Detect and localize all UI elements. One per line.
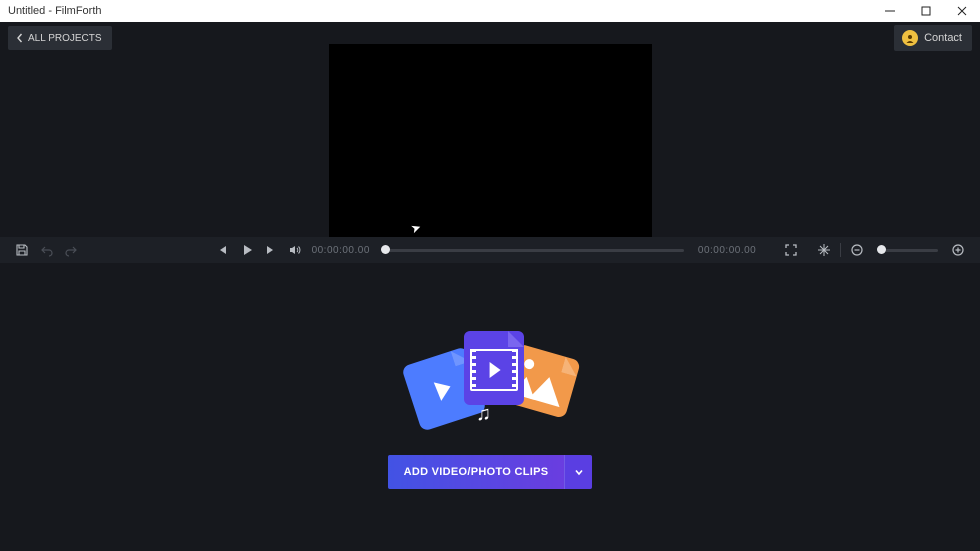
all-projects-label: ALL PROJECTS <box>28 33 102 44</box>
skip-forward-icon <box>264 243 278 257</box>
add-clips-button[interactable]: ADD VIDEO/PHOTO CLIPS <box>388 455 565 489</box>
contact-button[interactable]: Contact <box>894 25 972 51</box>
play-icon <box>240 243 254 257</box>
zoom-slider[interactable] <box>877 249 937 252</box>
volume-button[interactable] <box>287 241 303 259</box>
clip-file-icon <box>464 331 524 405</box>
progress-thumb[interactable] <box>381 245 390 254</box>
fullscreen-icon <box>784 243 798 257</box>
fullscreen-button[interactable] <box>783 241 799 259</box>
color-adjust-icon <box>817 243 831 257</box>
music-note-icon: ♫ <box>476 403 491 426</box>
window-title: Untitled - FilmForth <box>8 5 102 17</box>
chevron-left-icon <box>14 32 26 44</box>
preview-canvas[interactable] <box>329 44 652 237</box>
save-icon <box>15 243 29 257</box>
redo-icon <box>64 243 78 257</box>
color-adjust-button[interactable] <box>816 241 832 259</box>
preview-area: ➤ <box>0 54 980 237</box>
add-clips-label: ADD VIDEO/PHOTO CLIPS <box>404 466 549 478</box>
play-button[interactable] <box>238 241 254 259</box>
control-bar: 00:00:00.00 00:00:00.00 <box>0 237 980 263</box>
zoom-out-button[interactable] <box>849 241 865 259</box>
close-icon <box>957 6 967 16</box>
add-clips-dropdown-button[interactable] <box>564 455 592 489</box>
all-projects-button[interactable]: ALL PROJECTS <box>8 26 112 50</box>
zoom-out-icon <box>850 243 864 257</box>
contact-avatar-icon <box>902 30 918 46</box>
maximize-icon <box>921 6 931 16</box>
skip-back-icon <box>215 243 229 257</box>
minimize-button[interactable] <box>872 0 908 22</box>
progress-slider[interactable] <box>384 249 684 252</box>
zoom-in-icon <box>951 243 965 257</box>
undo-icon <box>40 243 54 257</box>
empty-state-illustration: ♫ <box>400 333 580 433</box>
chevron-down-icon <box>573 466 585 478</box>
zoom-thumb[interactable] <box>877 245 886 254</box>
zoom-in-button[interactable] <box>950 241 966 259</box>
volume-icon <box>288 243 302 257</box>
maximize-button[interactable] <box>908 0 944 22</box>
time-total: 00:00:00.00 <box>698 245 756 256</box>
skip-forward-button[interactable] <box>263 241 279 259</box>
save-button[interactable] <box>14 241 30 259</box>
titlebar: Untitled - FilmForth <box>0 0 980 22</box>
timeline-stage: ♫ ADD VIDEO/PHOTO CLIPS <box>0 263 980 551</box>
undo-button[interactable] <box>38 241 54 259</box>
minimize-icon <box>885 6 895 16</box>
add-clips-split-button: ADD VIDEO/PHOTO CLIPS <box>388 455 593 489</box>
skip-back-button[interactable] <box>214 241 230 259</box>
contact-label: Contact <box>924 32 962 44</box>
time-current: 00:00:00.00 <box>312 245 370 256</box>
close-button[interactable] <box>944 0 980 22</box>
redo-button[interactable] <box>63 241 79 259</box>
